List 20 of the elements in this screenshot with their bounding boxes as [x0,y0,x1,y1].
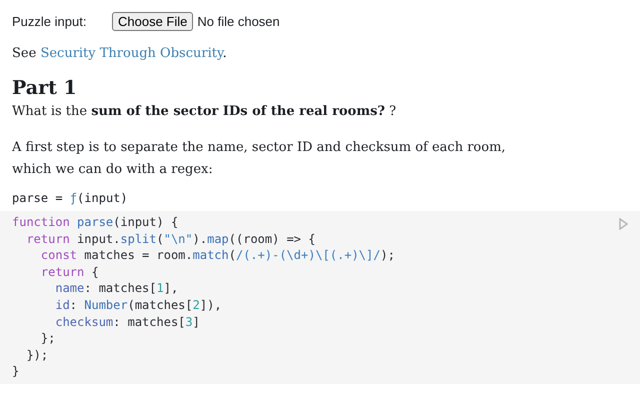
code-line: }; [40,330,56,347]
code-line: const matches = room.match(/(.+)-(\d+)\[(.+)\]/); [40,247,395,264]
security-link[interactable]: Security Through Obscurity [40,46,223,61]
part-heading: Part 1 [12,76,78,101]
code-line: } [12,363,20,380]
choose-file-button[interactable]: Choose File [112,12,194,31]
code-line: id: Number(matches[2]), [54,296,223,314]
code-line: name: matches[1], [54,280,180,297]
see-also-text: See Security Through Obscurity. [12,45,228,63]
code-line: function parse(input) { [12,214,180,231]
code-line: }); [25,346,50,364]
code-line: return input.split("\n").map((room) => { [25,230,316,248]
file-status: No file chosen [197,14,280,29]
paragraph-text: A first step is to separate the name, sector ID and checksum of each room, which we can do with a regex: [12,139,507,179]
code-line: checksum: matches[3] [54,314,201,330]
question-text: What is the sum of the sector IDs of the real rooms? ? [12,103,398,121]
code-line: return { [40,264,100,280]
field-label: Puzzle input: [12,14,88,29]
run-icon[interactable] [619,218,628,230]
cell-output: parse = ƒ(input) [12,190,129,207]
